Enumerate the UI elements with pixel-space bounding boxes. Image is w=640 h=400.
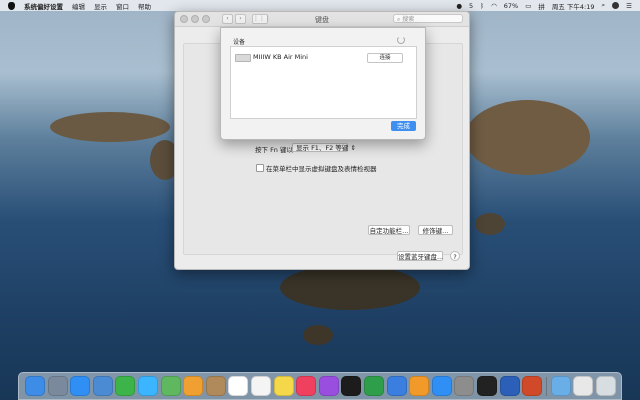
document-icon[interactable] [573, 376, 594, 396]
clock[interactable]: 周五 下午4:19 [552, 1, 595, 11]
setup-bluetooth-keyboard-button[interactable]: 设置蓝牙键盘... [397, 251, 443, 261]
maps-icon[interactable] [160, 376, 181, 396]
podcasts-icon[interactable] [318, 376, 339, 396]
safari-icon[interactable] [70, 376, 91, 396]
appstore-icon[interactable] [431, 376, 452, 396]
contacts-icon[interactable] [205, 376, 226, 396]
fn-key-value: 显示 F1、F2 等键 [296, 144, 349, 152]
modifier-keys-button[interactable]: 修饰键... [418, 225, 453, 235]
downloads-folder-icon[interactable] [550, 376, 571, 396]
calendar-icon[interactable] [228, 376, 249, 396]
customize-control-strip-button[interactable]: 自定功能栏... [368, 225, 410, 235]
wifi-icon[interactable]: ◠ [491, 2, 497, 10]
qq-icon[interactable] [477, 376, 497, 396]
input-source-icon[interactable]: 拼 [538, 1, 545, 11]
reminders-icon[interactable] [251, 376, 271, 396]
menu-window[interactable]: 窗口 [116, 1, 129, 11]
dock-separator [545, 377, 547, 396]
notification-status-icon[interactable]: ● [456, 2, 462, 10]
launchpad-icon[interactable] [47, 376, 68, 396]
powerpoint-icon[interactable] [522, 376, 543, 396]
messages-icon[interactable] [138, 376, 158, 396]
wallpaper-island [475, 213, 505, 235]
battery-percent[interactable]: 67% [504, 2, 518, 10]
photos-icon[interactable] [183, 376, 204, 396]
wallpaper-island [303, 325, 333, 345]
apple-menu-icon[interactable] [8, 1, 15, 10]
status-count[interactable]: 5 [469, 2, 473, 10]
device-list: MIIIW KB Air Mini 连接 [230, 46, 417, 119]
menu-view[interactable]: 显示 [94, 1, 107, 11]
fn-key-label: 按下 Fn 键以 [255, 146, 293, 154]
app-menu[interactable]: 系统偏好设置 [24, 1, 63, 11]
word-icon[interactable] [499, 376, 520, 396]
trash-icon[interactable] [596, 376, 616, 396]
battery-icon[interactable]: ▭ [525, 2, 531, 10]
finder-icon[interactable] [25, 376, 45, 396]
facetime-icon[interactable] [115, 376, 136, 396]
wallpaper-island [465, 100, 590, 175]
keynote-icon[interactable] [386, 376, 407, 396]
loading-spinner-icon [397, 36, 405, 44]
tv-icon[interactable] [341, 376, 362, 396]
menu-bar: 系统偏好设置 编辑 显示 窗口 帮助 ● 5 ᛒ ◠ 67% ▭ 拼 周五 下午… [0, 0, 640, 11]
dock [18, 372, 622, 400]
system-preferences-icon[interactable] [454, 376, 475, 396]
window-titlebar: ‹ › ⋮⋮⋮ 键盘 ⌕ 搜索 [175, 12, 469, 27]
bluetooth-setup-sheet: 设备 MIIIW KB Air Mini 连接 完成 [220, 27, 426, 140]
list-item[interactable]: MIIIW KB Air Mini 连接 [235, 52, 411, 64]
chevron-updown-icon: ⇕ [350, 144, 356, 152]
menu-edit[interactable]: 编辑 [72, 1, 85, 11]
wallpaper-island [50, 112, 170, 142]
devices-label: 设备 [233, 39, 246, 46]
pages-icon[interactable] [409, 376, 430, 396]
music-icon[interactable] [296, 376, 317, 396]
menubar-viewer-label: 在菜单栏中显示虚拟键盘及表情检视器 [266, 165, 377, 173]
keyboard-icon [235, 54, 251, 62]
notes-icon[interactable] [273, 376, 294, 396]
help-button[interactable]: ? [450, 251, 460, 261]
wallpaper-island [280, 265, 420, 310]
menubar-viewer-checkbox[interactable] [256, 164, 264, 172]
menu-help[interactable]: 帮助 [138, 1, 151, 11]
device-name: MIIIW KB Air Mini [253, 53, 308, 61]
connect-button[interactable]: 连接 [367, 53, 403, 63]
siri-icon[interactable] [612, 2, 620, 9]
done-button[interactable]: 完成 [391, 121, 416, 131]
search-icon[interactable]: ⌕ [602, 1, 606, 10]
preview-icon[interactable] [92, 376, 113, 396]
fn-key-select[interactable]: 显示 F1、F2 等键 ⇕ [292, 143, 356, 152]
control-list-icon[interactable]: ☰ [626, 2, 632, 10]
search-placeholder: 搜索 [402, 16, 415, 23]
numbers-icon[interactable] [364, 376, 384, 396]
search-field[interactable]: ⌕ 搜索 [393, 14, 463, 23]
bluetooth-icon[interactable]: ᛒ [480, 2, 484, 10]
